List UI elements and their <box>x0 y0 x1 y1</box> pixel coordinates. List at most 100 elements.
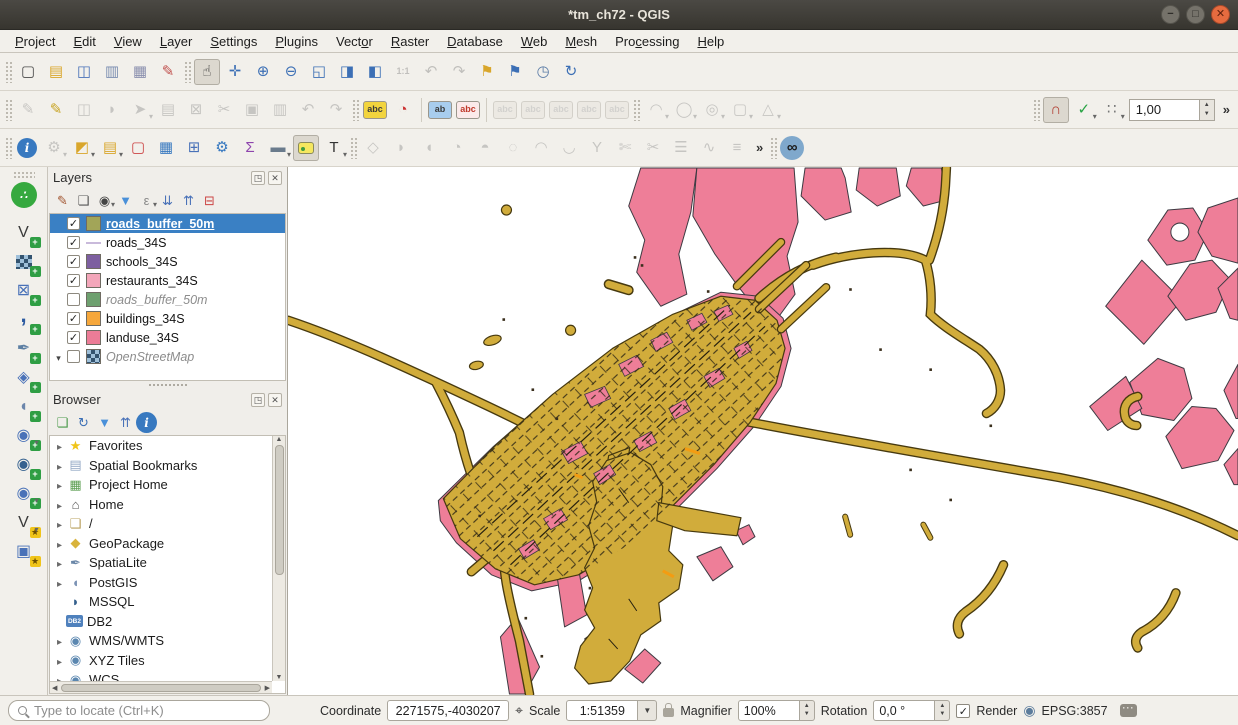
menu-plugins[interactable]: Plugins <box>266 32 327 51</box>
layer-expander[interactable] <box>53 350 64 364</box>
tree-expander-icon[interactable] <box>53 633 66 648</box>
move-feature[interactable]: ◇ <box>360 135 386 161</box>
toolbar-drag-handle[interactable] <box>5 137 12 159</box>
layer-buildings-34s[interactable]: buildings_34S <box>50 309 285 328</box>
filter-legend[interactable]: ▼ <box>115 190 136 211</box>
pan-map[interactable]: ☝ <box>194 59 220 85</box>
trim-extend[interactable]: ≡ <box>724 135 750 161</box>
split-features[interactable]: Y <box>584 135 610 161</box>
maximize-button[interactable]: □ <box>1186 5 1205 24</box>
browser-project-home[interactable]: ▦ Project Home <box>50 475 272 495</box>
modify-attributes[interactable]: ▤ <box>155 97 181 123</box>
tree-expander-icon[interactable] <box>53 555 66 570</box>
offset-curve2[interactable]: ◡ <box>556 135 582 161</box>
deselect-features[interactable]: ▢ <box>125 135 151 161</box>
minimize-button[interactable]: − <box>1161 5 1180 24</box>
tree-expander-icon[interactable] <box>53 438 66 453</box>
layer-diagram[interactable]: ◔ <box>390 97 416 123</box>
layer-visibility-checkbox[interactable] <box>67 293 80 306</box>
layer-visibility-checkbox[interactable] <box>67 236 80 249</box>
move-label[interactable]: abc <box>493 101 517 119</box>
new-print-layout[interactable]: ▥ <box>99 59 125 85</box>
refresh-browser[interactable]: ↻ <box>73 412 94 433</box>
modify-label[interactable]: abc <box>605 101 629 119</box>
magnifier-value[interactable]: 100% <box>738 700 800 721</box>
map-canvas[interactable] <box>288 167 1238 695</box>
statistical-summary[interactable]: ⊞ <box>181 135 207 161</box>
epsg-status[interactable]: EPSG:3857 <box>1042 704 1108 718</box>
run-feature-action[interactable]: ⚙ <box>41 135 67 161</box>
toolbar-overflow-button[interactable]: » <box>751 140 768 155</box>
change-label[interactable]: abc <box>549 101 573 119</box>
temporal-controller[interactable]: ◷ <box>530 59 556 85</box>
paste-features[interactable]: ▥ <box>267 97 293 123</box>
layer-visibility-checkbox[interactable] <box>67 312 80 325</box>
tree-expander-icon[interactable] <box>53 477 66 492</box>
add-selected-layers[interactable]: ❏ <box>52 412 73 433</box>
cut-features[interactable]: ✂ <box>211 97 237 123</box>
close-button[interactable]: ✕ <box>1211 5 1230 24</box>
tree-expander-icon[interactable] <box>53 575 66 590</box>
vertical-scrollbar[interactable]: ▲▼ <box>272 436 285 681</box>
copy-move-feature[interactable]: ◗ <box>388 135 414 161</box>
toolbar-drag-handle[interactable] <box>1033 99 1040 121</box>
panel-close-icon[interactable]: ✕ <box>268 171 282 185</box>
layer-visibility-checkbox[interactable] <box>67 255 80 268</box>
zoom-to-layer[interactable]: ◧ <box>362 59 388 85</box>
merge-attributes[interactable]: ☰ <box>668 135 694 161</box>
show-layout-manager[interactable]: ▦ <box>127 59 153 85</box>
menu-database[interactable]: Database <box>438 32 512 51</box>
browser-properties[interactable]: i <box>136 412 157 433</box>
rotate-point-symbols[interactable]: ∿ <box>696 135 722 161</box>
map-tips[interactable] <box>293 135 319 161</box>
zoom-out[interactable]: ⊖ <box>278 59 304 85</box>
undo[interactable]: ↶ <box>295 97 321 123</box>
add-vector-layer[interactable]: V + <box>9 219 39 246</box>
pan-to-selection[interactable]: ✛ <box>222 59 248 85</box>
browser-geopackage[interactable]: ◆ GeoPackage <box>50 534 272 554</box>
tree-expander-icon[interactable] <box>53 536 66 551</box>
layer-roads-buffer-50m[interactable]: roads_buffer_50m <box>50 214 285 233</box>
messages-icon[interactable] <box>1120 704 1137 717</box>
delete-ring[interactable]: ◓ <box>472 135 498 161</box>
filter-by-expression[interactable]: ε <box>136 190 157 211</box>
new-spatial-bookmark[interactable]: ⚑ <box>474 59 500 85</box>
save-layer-edits[interactable]: ◫ <box>71 97 97 123</box>
toolbar-drag-handle[interactable] <box>13 171 35 179</box>
menu-edit[interactable]: Edit <box>64 32 104 51</box>
text-annotation[interactable]: T <box>321 135 347 161</box>
rotation-value[interactable]: 0,0 ° <box>873 700 935 721</box>
zoom-to-selection[interactable]: ◨ <box>334 59 360 85</box>
toolbar-drag-handle[interactable] <box>633 99 640 121</box>
spin-arrows[interactable]: ▲▼ <box>935 700 950 721</box>
search-input[interactable] <box>34 703 260 718</box>
scale-dropdown-icon[interactable]: ▼ <box>638 700 657 721</box>
show-hide-labels[interactable]: abc <box>577 101 601 119</box>
toolbar-drag-handle[interactable] <box>352 99 359 121</box>
browser-db2[interactable]: DB2 DB2 <box>50 612 272 632</box>
menu-raster[interactable]: Raster <box>382 32 438 51</box>
snapping-options[interactable]: ∩ <box>1043 97 1069 123</box>
add-virtual-layer[interactable]: ◈ + <box>9 364 39 391</box>
select-by-value[interactable]: ▤ <box>97 135 123 161</box>
tree-expander-icon[interactable] <box>53 672 66 681</box>
tree-expander-icon[interactable] <box>53 497 66 512</box>
rotation-spinbox[interactable]: 0,0 ° ▲▼ <box>873 700 950 721</box>
tree-expander-icon[interactable] <box>53 458 66 473</box>
lock-icon[interactable] <box>663 708 674 717</box>
highlight-pinned-labels[interactable]: abc <box>456 101 480 119</box>
tree-expander-icon[interactable] <box>53 516 66 531</box>
vertex-markers[interactable]: ∷ <box>1099 97 1125 123</box>
zoom-last[interactable]: ↶ <box>418 59 444 85</box>
merge-features[interactable]: ✂ <box>640 135 666 161</box>
new-gps-layer[interactable]: ▣ ★ <box>9 538 39 565</box>
crs-globe-icon[interactable]: ◉ <box>1023 702 1035 719</box>
layer-visibility-checkbox[interactable] <box>67 331 80 344</box>
add-feature[interactable]: ◗ <box>99 97 125 123</box>
delete-part[interactable]: ◌ <box>500 135 526 161</box>
collapse-browser-tree[interactable]: ⇈ <box>115 412 136 433</box>
scrollbar-thumb[interactable] <box>61 684 260 692</box>
coordinate-input[interactable]: 2271575,-4030207 <box>387 700 509 721</box>
new-shapefile-layer[interactable]: V ★ <box>9 509 39 536</box>
add-mesh-layer[interactable]: ⊠ + <box>9 277 39 304</box>
